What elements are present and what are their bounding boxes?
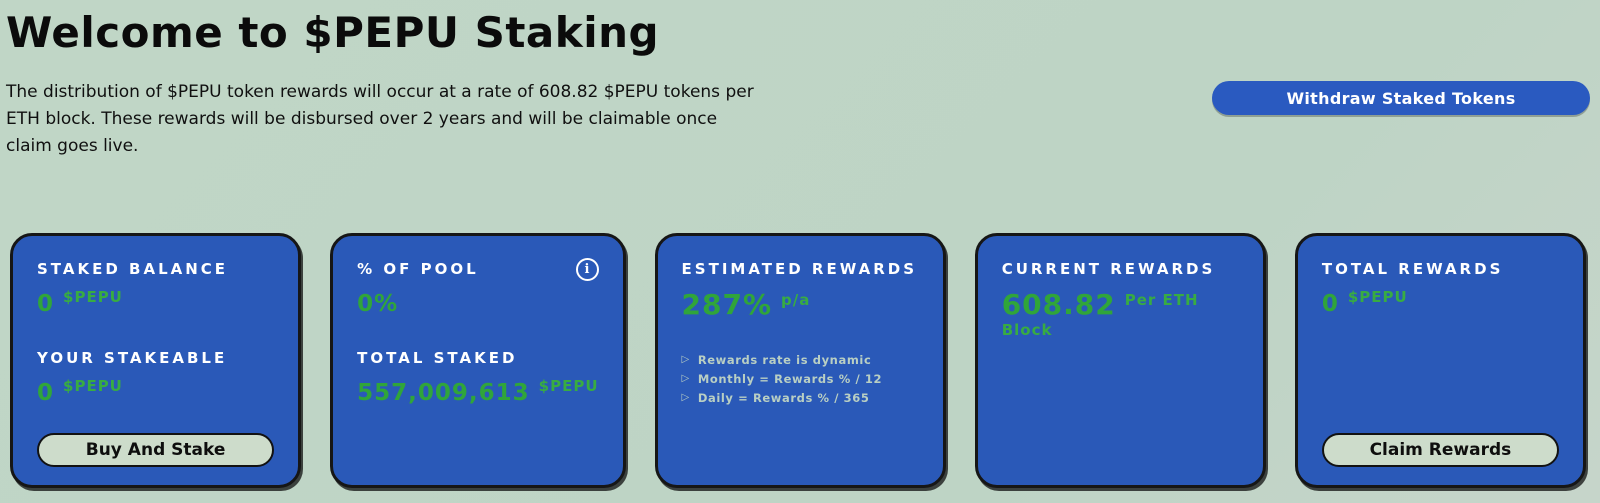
your-stakeable-value: 0 xyxy=(37,379,55,406)
current-rewards-label: CURRENT REWARDS xyxy=(1001,259,1216,278)
rewards-note-item: ▷ Monthly = Rewards % / 12 xyxy=(682,370,919,389)
staking-description: The distribution of $PEPU token rewards … xyxy=(6,82,754,157)
info-icon[interactable]: i xyxy=(575,257,599,281)
your-stakeable-label: YOUR STAKEABLE xyxy=(37,348,228,367)
total-staked-value-row: 557,009,613 $PEPU xyxy=(357,377,598,406)
stats-card-row: STAKED BALANCE 0 $PEPU YOUR STAKEABLE 0 $P… xyxy=(6,232,1590,488)
staked-balance-label: STAKED BALANCE xyxy=(37,259,229,278)
staked-balance-card: STAKED BALANCE 0 $PEPU YOUR STAKEABLE 0 $P… xyxy=(10,232,302,488)
percent-of-pool-value-row: 0% xyxy=(357,291,598,317)
estimated-rewards-label: ESTIMATED REWARDS xyxy=(681,259,917,278)
current-rewards-value: 608.82 xyxy=(1001,287,1116,321)
staking-page: Welcome to $PEPU Staking The distributio… xyxy=(0,0,1600,488)
total-rewards-label: TOTAL REWARDS xyxy=(1321,259,1504,278)
stakeable-block: YOUR STAKEABLE 0 $PEPU xyxy=(37,349,274,406)
triangle-bullet-icon: ▷ xyxy=(681,353,690,365)
header-row: The distribution of $PEPU token rewards … xyxy=(6,79,1590,161)
total-rewards-unit: $PEPU xyxy=(1347,287,1408,306)
withdraw-staked-tokens-button[interactable]: Withdraw Staked Tokens xyxy=(1212,81,1590,115)
staked-balance-value-row: 0 $PEPU xyxy=(37,288,274,317)
estimated-rewards-card: ESTIMATED REWARDS 287% p/a ▷ Rewards rate… xyxy=(654,232,946,488)
your-stakeable-value-row: 0 $PEPU xyxy=(37,377,274,406)
rewards-note-item: ▷ Rewards rate is dynamic xyxy=(682,351,919,370)
estimated-rewards-unit: p/a xyxy=(781,290,811,309)
rewards-note-text: Rewards rate is dynamic xyxy=(697,352,872,367)
estimated-rewards-value-row: 287% p/a xyxy=(682,288,919,321)
pool-card-header: % OF POOL i xyxy=(357,257,599,281)
total-staked-block: TOTAL STAKED 557,009,613 $PEPU xyxy=(357,349,598,406)
rewards-note-text: Monthly = Rewards % / 12 xyxy=(697,371,883,386)
total-rewards-value: 0 xyxy=(1321,290,1339,317)
current-rewards-value-row: 608.82 Per ETH Block xyxy=(1002,288,1239,348)
rewards-note-item: ▷ Daily = Rewards % / 365 xyxy=(682,389,919,408)
percent-of-pool-value: 0% xyxy=(357,290,399,317)
triangle-bullet-icon: ▷ xyxy=(681,372,690,384)
total-rewards-card: TOTAL REWARDS 0 $PEPU Claim Rewards xyxy=(1294,232,1586,488)
rewards-note-text: Daily = Rewards % / 365 xyxy=(697,390,870,405)
percent-of-pool-label: % OF POOL xyxy=(357,259,479,278)
staked-balance-value: 0 xyxy=(37,290,55,317)
claim-rewards-button[interactable]: Claim Rewards xyxy=(1321,432,1559,467)
your-stakeable-unit: $PEPU xyxy=(63,376,123,395)
estimated-rewards-value: 287% xyxy=(681,287,773,321)
staked-balance-unit: $PEPU xyxy=(63,287,123,306)
buy-and-stake-button[interactable]: Buy And Stake xyxy=(37,432,275,467)
total-rewards-value-row: 0 $PEPU xyxy=(1322,288,1559,317)
total-staked-value: 557,009,613 xyxy=(357,379,530,406)
total-staked-unit: $PEPU xyxy=(538,376,599,395)
triangle-bullet-icon: ▷ xyxy=(681,391,690,403)
rewards-notes-list: ▷ Rewards rate is dynamic ▷ Monthly = Re… xyxy=(682,351,919,408)
page-title: Welcome to $PEPU Staking xyxy=(6,8,660,57)
total-staked-label: TOTAL STAKED xyxy=(357,348,518,367)
current-rewards-card: CURRENT REWARDS 608.82 Per ETH Block xyxy=(974,232,1266,488)
pool-card: % OF POOL i 0% TOTAL STAKED 557,009,613 $… xyxy=(330,232,626,488)
